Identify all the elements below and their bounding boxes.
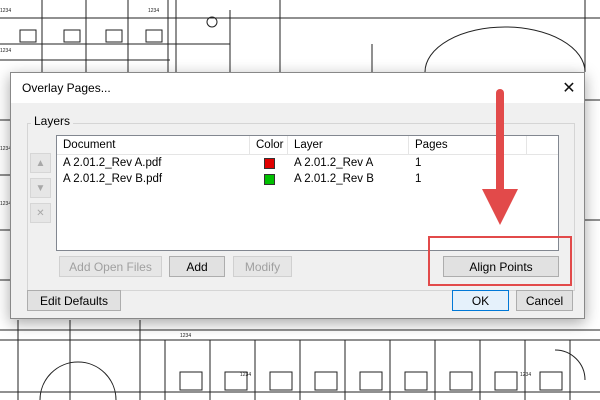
align-points-highlight [428, 236, 572, 286]
edit-defaults-button[interactable]: Edit Defaults [27, 290, 121, 311]
delete-icon: ✕ [36, 207, 45, 219]
modify-button[interactable]: Modify [233, 256, 292, 277]
blueprint-label: 1234 [148, 8, 159, 14]
arrow-up-icon: ▲ [35, 157, 46, 169]
layer-color-swatch[interactable] [264, 174, 275, 185]
layer-color-swatch[interactable] [264, 158, 275, 169]
down-arrow-icon [482, 89, 518, 225]
row-layer: A 2.01.2_Rev A [294, 157, 374, 169]
add-button[interactable]: Add [169, 256, 225, 277]
close-icon[interactable]: ✕ [554, 73, 584, 103]
dialog-title: Overlay Pages... [22, 81, 111, 95]
column-header-color[interactable]: Color [250, 136, 288, 154]
row-layer: A 2.01.2_Rev B [294, 173, 374, 185]
row-pages: 1 [415, 157, 422, 169]
move-up-button[interactable]: ▲ [30, 153, 51, 173]
row-document: A 2.01.2_Rev B.pdf [63, 173, 163, 185]
cancel-button[interactable]: Cancel [516, 290, 573, 311]
add-open-files-button[interactable]: Add Open Files [59, 256, 162, 277]
column-header-layer[interactable]: Layer [288, 136, 409, 154]
move-down-button[interactable]: ▼ [30, 178, 51, 198]
blueprint-label: 1234 [0, 48, 11, 54]
column-header-document[interactable]: Document [57, 136, 250, 154]
ok-button[interactable]: OK [452, 290, 509, 311]
row-document: A 2.01.2_Rev A.pdf [63, 157, 162, 169]
blueprint-label: 1234 [0, 8, 11, 14]
blueprint-label: 1234 [520, 372, 531, 378]
blueprint-label: 1234 [240, 372, 251, 378]
layers-group-label: Layers [31, 114, 74, 128]
remove-layer-button[interactable]: ✕ [30, 203, 51, 223]
blueprint-label: 1234 [180, 333, 191, 339]
arrow-down-icon: ▼ [35, 182, 46, 194]
row-pages: 1 [415, 173, 422, 185]
